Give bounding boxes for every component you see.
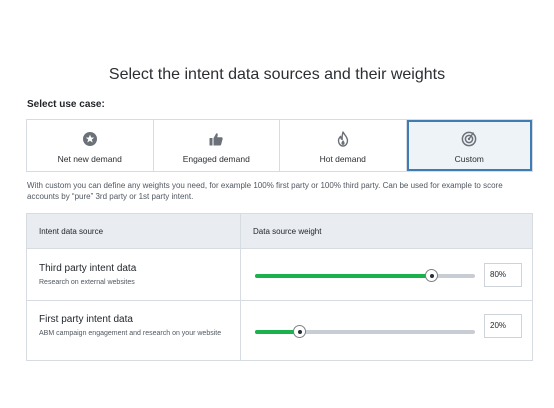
table-header: Intent data source Data source weight <box>27 214 532 249</box>
weight-slider[interactable] <box>255 269 475 283</box>
use-case-label-text: Hot demand <box>319 154 366 164</box>
header-data-source-weight: Data source weight <box>253 227 322 236</box>
source-description: Research on external websites <box>39 279 135 286</box>
header-intent-data-source: Intent data source <box>39 227 104 236</box>
table-row: Third party intent data Research on exte… <box>27 249 532 301</box>
use-case-engaged-demand[interactable]: Engaged demand <box>153 120 280 171</box>
use-case-label: Select use case: <box>27 99 105 110</box>
slider-track <box>255 330 475 334</box>
use-case-hot-demand[interactable]: Hot demand <box>280 120 407 171</box>
source-description: ABM campaign engagement and research on … <box>39 330 222 337</box>
target-icon <box>461 131 477 147</box>
slider-thumb[interactable] <box>425 269 438 282</box>
weight-slider[interactable] <box>255 325 475 339</box>
custom-description: With custom you can define any weights y… <box>27 181 503 201</box>
slider-thumb[interactable] <box>293 325 306 338</box>
slider-track <box>255 274 475 278</box>
table-row: First party intent data ABM campaign eng… <box>27 301 532 360</box>
source-name: First party intent data <box>39 314 133 325</box>
source-name: Third party intent data <box>39 263 137 274</box>
weight-input[interactable]: 80% <box>484 263 522 287</box>
star-badge-icon <box>82 132 97 146</box>
use-case-label-text: Net new demand <box>57 154 122 164</box>
slider-fill <box>255 274 431 278</box>
use-case-label-text: Custom <box>454 154 484 164</box>
intent-data-table: Intent data source Data source weight Th… <box>26 213 533 361</box>
weight-input[interactable]: 20% <box>484 314 522 338</box>
use-case-selector: Net new demand Engaged demand Hot demand… <box>26 119 533 172</box>
use-case-custom[interactable]: Custom <box>406 120 532 171</box>
use-case-label-text: Engaged demand <box>182 154 250 164</box>
thumbs-up-icon <box>209 133 223 146</box>
page-title: Select the intent data sources and their… <box>108 66 446 83</box>
use-case-net-new-demand[interactable]: Net new demand <box>27 120 154 171</box>
flame-icon <box>337 131 348 147</box>
